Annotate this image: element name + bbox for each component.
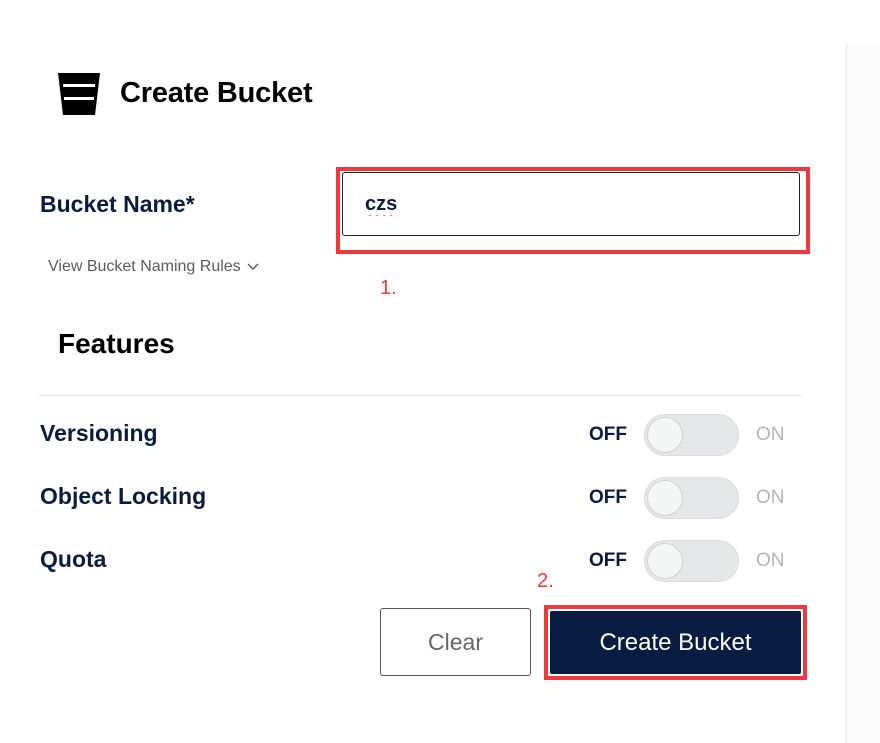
bucket-name-label: Bucket Name* — [40, 191, 195, 217]
page-title: Create Bucket — [120, 77, 313, 109]
side-panel — [846, 44, 880, 743]
bucket-icon — [58, 73, 100, 115]
quota-label: Quota — [40, 546, 107, 572]
object-locking-label: Object Locking — [40, 483, 207, 509]
bucket-name-input[interactable] — [342, 172, 800, 236]
toggle-knob — [647, 480, 683, 516]
quota-on-label: ON — [756, 550, 785, 571]
versioning-on-label: ON — [756, 424, 785, 445]
quota-toggle[interactable] — [644, 540, 739, 582]
clear-button[interactable]: Clear — [380, 608, 531, 676]
versioning-off-label: OFF — [589, 424, 627, 445]
toggle-knob — [647, 543, 683, 579]
object-locking-on-label: ON — [756, 487, 785, 508]
step1-annotation: 1. — [380, 277, 397, 299]
chevron-down-icon — [247, 263, 259, 270]
object-locking-off-label: OFF — [589, 487, 627, 508]
versioning-toggle[interactable] — [644, 414, 739, 456]
toggle-knob — [647, 417, 683, 453]
quota-off-label: OFF — [589, 550, 627, 571]
divider — [39, 395, 802, 396]
create-bucket-button[interactable]: Create Bucket — [550, 611, 801, 674]
features-title: Features — [58, 328, 175, 359]
naming-rules-link[interactable]: View Bucket Naming Rules — [48, 258, 259, 276]
object-locking-toggle[interactable] — [644, 477, 739, 519]
naming-rules-label: View Bucket Naming Rules — [48, 258, 241, 275]
step2-annotation: 2. — [537, 570, 554, 592]
versioning-label: Versioning — [40, 420, 158, 446]
